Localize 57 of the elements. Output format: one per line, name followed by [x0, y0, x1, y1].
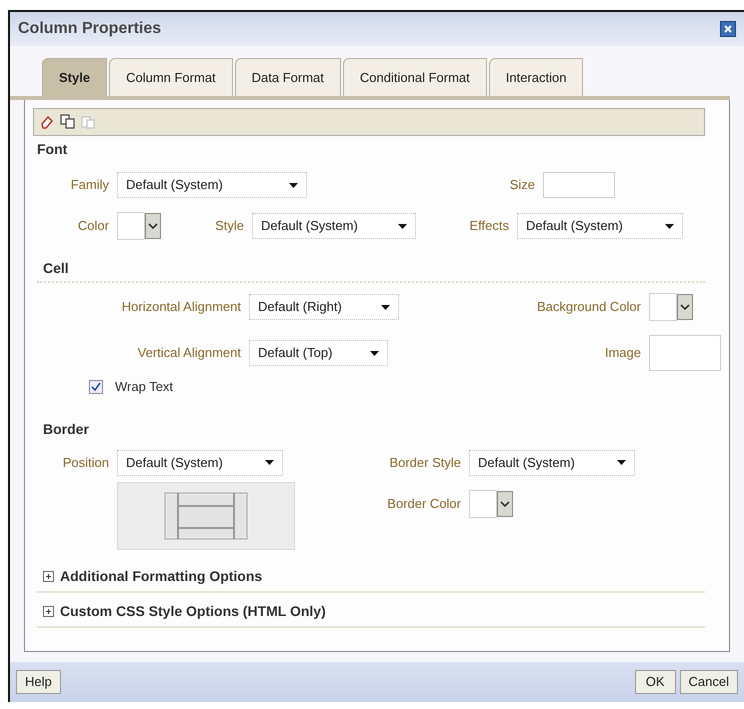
tab[interactable]: Conditional Format: [342, 58, 487, 96]
field-label: Vertical Alignment: [138, 344, 241, 362]
chevron-down-icon: [148, 223, 158, 229]
section-heading: Cell: [43, 259, 70, 278]
eraser-icon[interactable]: [40, 114, 56, 130]
dropdown-arrow-icon: [289, 182, 298, 188]
window-title: Column Properties: [18, 19, 162, 39]
field-label: Size: [510, 176, 535, 194]
checkbox-label: Wrap Text: [115, 378, 174, 396]
dropdown[interactable]: Default (System): [117, 450, 283, 476]
field-label: Image: [604, 344, 641, 362]
section-heading: Font: [37, 140, 68, 159]
tab[interactable]: Interaction: [488, 58, 584, 96]
dropdown[interactable]: Default (Right): [249, 294, 399, 320]
tab[interactable]: Style: [42, 58, 108, 96]
dropdown-arrow-icon: [265, 460, 274, 465]
plus-icon[interactable]: [43, 570, 54, 582]
section-toggle[interactable]: Custom CSS Style Options (HTML Only): [60, 600, 326, 622]
field-label: Horizontal Alignment: [122, 298, 241, 316]
ok-button[interactable]: OK: [634, 670, 676, 694]
field-label: Border Color: [387, 494, 461, 513]
close-icon: [723, 24, 733, 34]
dropdown[interactable]: Default (System): [517, 213, 683, 239]
field-label: Border Style: [389, 454, 461, 472]
dropdown[interactable]: Default (System): [252, 213, 416, 239]
tab[interactable]: Column Format: [109, 58, 233, 96]
border-preview-drawing[interactable]: [164, 492, 248, 540]
field-label: Style: [215, 217, 244, 236]
dropdown-arrow-icon: [665, 224, 674, 228]
dropdown[interactable]: Default (System): [117, 172, 307, 198]
cancel-button[interactable]: Cancel: [680, 670, 738, 694]
section-toggle[interactable]: Additional Formatting Options: [60, 566, 262, 586]
field-label: Background Color: [536, 298, 641, 316]
copy-icon[interactable]: [60, 114, 76, 130]
chevron-down-icon: [680, 304, 690, 310]
tab[interactable]: Data Format: [234, 58, 341, 96]
field-label: Family: [70, 176, 109, 194]
color-picker[interactable]: [469, 490, 513, 518]
dropdown-arrow-icon: [398, 224, 407, 228]
field-label: Color: [78, 217, 109, 236]
color-picker[interactable]: [649, 293, 693, 321]
image-field[interactable]: [649, 335, 721, 371]
plus-icon[interactable]: [43, 606, 54, 616]
dropdown[interactable]: Default (Top): [249, 340, 388, 366]
field-label: Effects: [469, 217, 509, 236]
help-button[interactable]: Help: [16, 670, 61, 694]
dropdown-arrow-icon: [617, 460, 626, 465]
size-field[interactable]: [543, 172, 615, 198]
checkbox[interactable]: [89, 380, 103, 394]
field-label: Position: [62, 454, 109, 472]
section-heading: Border: [43, 420, 90, 438]
dropdown[interactable]: Default (System): [469, 450, 635, 476]
dropdown-arrow-icon: [370, 350, 379, 356]
dropdown-arrow-icon: [381, 304, 390, 310]
color-picker[interactable]: [117, 212, 161, 240]
chevron-down-icon: [500, 500, 510, 506]
close-button[interactable]: [720, 21, 736, 37]
